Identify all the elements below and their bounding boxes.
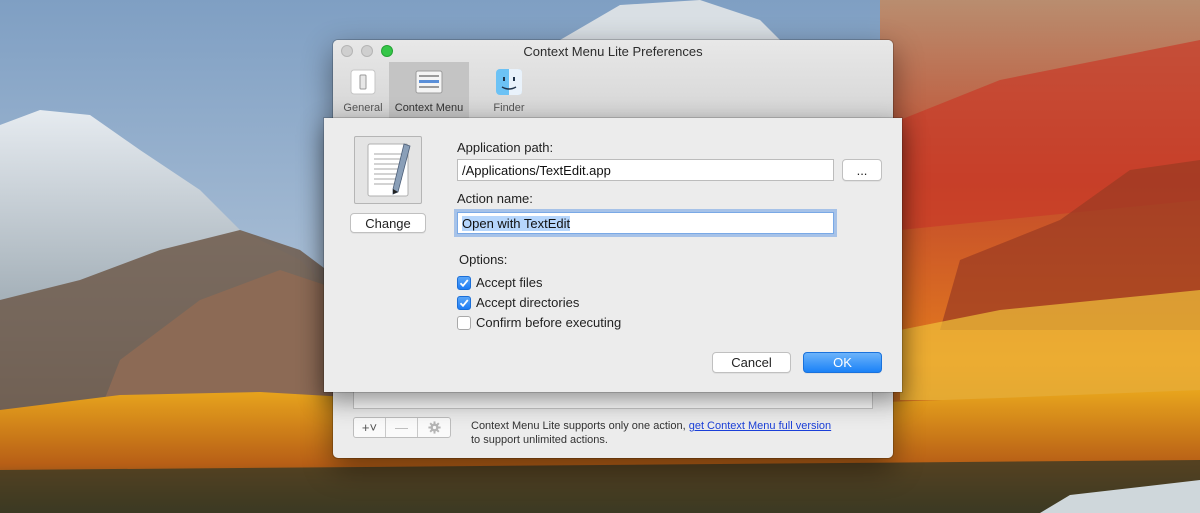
checkmark-icon [459,298,469,307]
note-text-2: to support unlimited actions. [471,434,608,446]
tab-finder[interactable]: Finder [469,62,549,120]
application-path-input[interactable] [457,159,834,181]
accept-files-option[interactable]: Accept files [457,275,542,290]
tab-context-menu[interactable]: Context Menu [389,62,469,120]
note-text: Context Menu Lite supports only one acti… [471,420,686,432]
remove-action-button[interactable]: — [386,418,418,437]
accept-directories-checkbox[interactable] [457,295,471,310]
confirm-before-executing-option[interactable]: Confirm before executing [457,315,621,330]
application-path-label: Application path: [457,140,554,155]
action-name-input[interactable]: Open with TextEdit [457,212,834,234]
accept-directories-label: Accept directories [476,295,580,310]
tab-context-menu-label: Context Menu [394,102,464,114]
lite-version-note: Context Menu Lite supports only one acti… [471,419,881,447]
change-icon-button[interactable]: Change [350,213,426,233]
full-version-link[interactable]: get Context Menu full version [689,420,831,432]
window-title: Context Menu Lite Preferences [523,44,703,59]
context-menu-list-icon [415,70,443,94]
textedit-icon [367,143,411,197]
action-name-value: Open with TextEdit [462,216,571,231]
gear-icon [427,421,441,434]
list-action-buttons: +˅ — [353,417,451,438]
accept-directories-option[interactable]: Accept directories [457,295,579,310]
tab-general[interactable]: General [337,62,389,120]
preferences-toolbar: General Context Menu Finder [337,62,549,120]
window-titlebar: Context Menu Lite Preferences General Co… [333,40,893,121]
add-action-button[interactable]: +˅ [354,418,386,437]
action-name-label: Action name: [457,191,533,206]
actions-list [353,390,873,409]
accept-files-checkbox[interactable] [457,275,471,290]
app-icon-well[interactable] [354,136,422,204]
action-settings-button[interactable] [418,418,450,437]
edit-action-sheet: Change Application path: ... Action name… [324,118,902,392]
accept-files-label: Accept files [476,275,543,290]
confirm-before-executing-label: Confirm before executing [476,315,622,330]
tab-general-label: General [343,102,383,114]
options-label: Options: [459,252,508,267]
tab-finder-label: Finder [493,102,525,114]
browse-button[interactable]: ... [842,159,882,181]
cancel-button[interactable]: Cancel [712,352,791,373]
finder-icon [496,69,522,95]
confirm-before-executing-checkbox[interactable] [457,315,471,330]
ok-button[interactable]: OK [803,352,882,373]
switch-icon [350,69,376,95]
checkmark-icon [459,278,469,287]
